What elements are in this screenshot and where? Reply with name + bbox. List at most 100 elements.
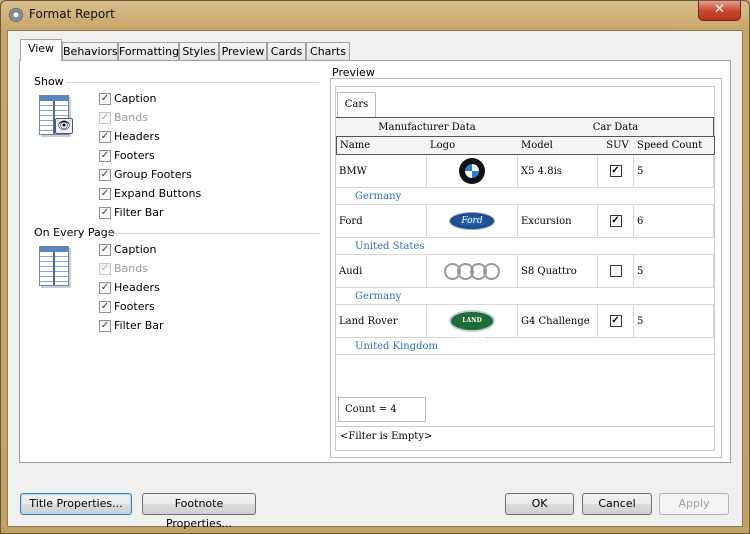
cell-text: Ford bbox=[339, 215, 363, 227]
checkbox-label: Group Footers bbox=[114, 168, 192, 181]
column-header-speed-count[interactable]: Speed Count bbox=[634, 136, 715, 155]
column-header-model[interactable]: Model bbox=[518, 136, 599, 155]
cell-text: Land Rover bbox=[339, 315, 398, 327]
ford-logo-icon: Ford bbox=[449, 212, 495, 230]
grid-cell-name[interactable]: Ford bbox=[336, 205, 427, 238]
suv-checkbox[interactable]: ✓ bbox=[609, 315, 622, 327]
grid-cell-model[interactable]: G4 Challenge bbox=[518, 305, 598, 338]
grid-cell-logo[interactable] bbox=[427, 255, 518, 288]
checkbox-group-footers[interactable]: ✓ bbox=[99, 169, 111, 181]
bmw-logo-icon bbox=[459, 158, 485, 184]
divider bbox=[66, 82, 319, 83]
column-header-name[interactable]: Name bbox=[336, 136, 428, 155]
close-button[interactable]: ✕ bbox=[698, 1, 741, 21]
cell-text: 5 bbox=[637, 165, 644, 177]
grid-cell-name[interactable]: BMW bbox=[336, 155, 427, 188]
group-row[interactable]: United States bbox=[336, 238, 714, 255]
cell-text: G4 Challenge bbox=[521, 315, 590, 327]
suv-checkbox[interactable] bbox=[609, 265, 622, 277]
tab-charts[interactable]: Charts bbox=[306, 42, 350, 60]
grid-cell-suv[interactable]: ✓ bbox=[598, 305, 634, 338]
grid-cell-name[interactable]: Audi bbox=[336, 255, 427, 288]
cell-text: Excursion bbox=[521, 215, 572, 227]
band-header: Manufacturer Data bbox=[336, 117, 519, 137]
checkbox-footers[interactable]: ✓ bbox=[99, 150, 111, 162]
grid-cell-suv[interactable] bbox=[598, 255, 634, 288]
grid-cell-speed-count[interactable]: 5 bbox=[634, 155, 714, 188]
column-header-suv[interactable]: SUV bbox=[598, 136, 635, 155]
checkbox-label: Bands bbox=[114, 111, 148, 124]
checkbox-label: Headers bbox=[114, 281, 160, 294]
grid-cell-suv[interactable]: ✓ bbox=[598, 155, 634, 188]
show-group-title: Show bbox=[34, 75, 64, 88]
suv-checkbox[interactable]: ✓ bbox=[609, 215, 622, 227]
checkbox-caption[interactable]: ✓ bbox=[99, 244, 111, 256]
checkbox-label: Caption bbox=[114, 92, 157, 105]
group-row[interactable]: Germany bbox=[336, 288, 714, 305]
group-row[interactable]: United Kingdom bbox=[336, 338, 714, 355]
grid-cell-speed-count[interactable]: 5 bbox=[634, 305, 714, 338]
checkbox-headers[interactable]: ✓ bbox=[99, 282, 111, 294]
apply-button[interactable]: Apply bbox=[659, 493, 729, 515]
checkbox-headers[interactable]: ✓ bbox=[99, 131, 111, 143]
grid-cell-logo[interactable]: Ford bbox=[427, 205, 518, 238]
cell-text: 5 bbox=[637, 265, 644, 277]
grid-cell-name[interactable]: Land Rover bbox=[336, 305, 427, 338]
checkbox-bands[interactable]: ✓ bbox=[99, 112, 111, 124]
grid-cell-model[interactable]: X5 4.8is bbox=[518, 155, 598, 188]
footnote-properties-button[interactable]: Footnote Properties... bbox=[142, 493, 256, 530]
every-page-group-title: On Every Page bbox=[34, 226, 115, 239]
grid-cell-model[interactable]: S8 Quattro bbox=[518, 255, 598, 288]
column-header-logo[interactable]: Logo bbox=[427, 136, 519, 155]
ok-button[interactable]: OK bbox=[505, 493, 574, 515]
cell-text: BMW bbox=[339, 165, 367, 177]
checkbox-label: Expand Buttons bbox=[114, 187, 202, 200]
group-row[interactable]: Germany bbox=[336, 188, 714, 205]
checkbox-label: Filter Bar bbox=[114, 319, 164, 332]
audi-logo-icon bbox=[444, 262, 500, 280]
cancel-button[interactable]: Cancel bbox=[582, 493, 652, 515]
checkbox-footers[interactable]: ✓ bbox=[99, 301, 111, 313]
divider bbox=[108, 233, 319, 234]
cell-text: S8 Quattro bbox=[521, 265, 577, 277]
filter-bar[interactable]: <Filter is Empty> bbox=[340, 431, 432, 442]
cell-text: X5 4.8is bbox=[521, 165, 562, 177]
checkbox-label: Bands bbox=[114, 262, 148, 275]
grid-cell-logo[interactable] bbox=[427, 155, 518, 188]
title-properties-button[interactable]: Title Properties... bbox=[20, 493, 132, 515]
divider bbox=[336, 426, 714, 427]
card-tab-cars[interactable]: Cars bbox=[337, 92, 376, 118]
cell-text: 6 bbox=[637, 215, 644, 227]
checkbox-caption[interactable]: ✓ bbox=[99, 93, 111, 105]
tab-styles[interactable]: Styles bbox=[179, 42, 219, 60]
grid-cell-model[interactable]: Excursion bbox=[518, 205, 598, 238]
tab-view[interactable]: View bbox=[20, 39, 62, 61]
cell-text: Audi bbox=[339, 265, 363, 277]
tab-behaviors[interactable]: Behaviors bbox=[62, 42, 118, 60]
grid-cell-speed-count[interactable]: 5 bbox=[634, 255, 714, 288]
checkbox-label: Caption bbox=[114, 243, 157, 256]
ring bbox=[483, 262, 500, 280]
checkbox-label: Footers bbox=[114, 300, 155, 313]
tab-cards[interactable]: Cards bbox=[267, 42, 306, 60]
checkbox-label: Footers bbox=[114, 149, 155, 162]
suv-checkbox[interactable]: ✓ bbox=[609, 165, 622, 177]
gear-icon bbox=[9, 8, 23, 22]
band-header: Car Data bbox=[518, 117, 714, 137]
tab-preview[interactable]: Preview bbox=[219, 42, 267, 60]
checkbox-filter-bar[interactable]: ✓ bbox=[99, 207, 111, 219]
grid-cell-logo[interactable]: LAND ROVER bbox=[427, 305, 518, 342]
summary-count: Count = 4 bbox=[338, 397, 426, 422]
page-grid-icon bbox=[39, 246, 69, 286]
grid-cell-suv[interactable]: ✓ bbox=[598, 205, 634, 238]
checkbox-expand-buttons[interactable]: ✓ bbox=[99, 188, 111, 200]
land-rover-logo-icon: LAND ROVER bbox=[449, 310, 495, 342]
checkbox-label: Filter Bar bbox=[114, 206, 164, 219]
checkbox-label: Headers bbox=[114, 130, 160, 143]
checkbox-bands[interactable]: ✓ bbox=[99, 263, 111, 275]
tab-formatting[interactable]: Formatting bbox=[118, 42, 179, 60]
grid-cell-speed-count[interactable]: 6 bbox=[634, 205, 714, 238]
window-title: Format Report bbox=[29, 7, 115, 21]
checkbox-filter-bar[interactable]: ✓ bbox=[99, 320, 111, 332]
eye-icon: 👁 bbox=[55, 118, 73, 134]
